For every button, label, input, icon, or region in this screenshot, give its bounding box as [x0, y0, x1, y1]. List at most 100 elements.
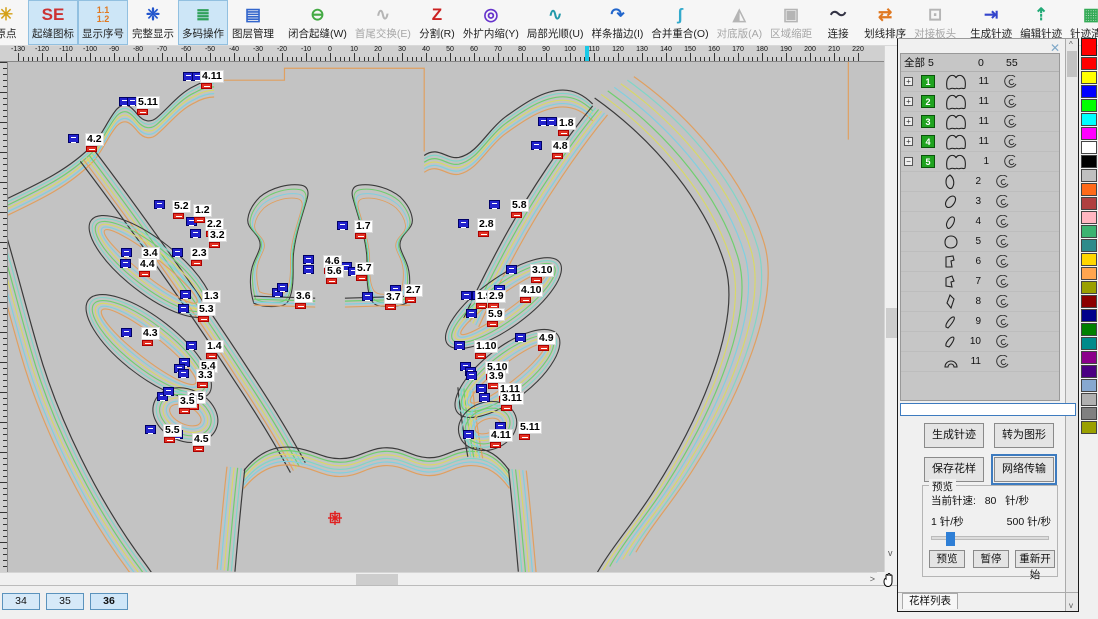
stitch-label[interactable]: 1.4: [205, 340, 224, 353]
object-list[interactable]: 全部50550 +111+211+311+411−51234567891011: [900, 53, 1060, 401]
stitch-label[interactable]: 3.11: [500, 392, 524, 405]
toolbar-button-closed-start[interactable]: ⊖闭合起缝(W): [284, 0, 351, 45]
stitch-label[interactable]: 3.3: [196, 369, 215, 382]
node-marker[interactable]: [120, 259, 131, 268]
node-marker[interactable]: [163, 387, 174, 396]
pattern-row-4[interactable]: +411: [901, 132, 1059, 152]
pattern-row-3[interactable]: +311: [901, 112, 1059, 132]
color-swatch[interactable]: [1081, 393, 1097, 406]
node-marker[interactable]: [303, 265, 314, 274]
expand-icon[interactable]: +: [904, 137, 913, 146]
stitch-label[interactable]: 4.4: [138, 258, 157, 271]
node-marker[interactable]: [454, 341, 465, 350]
node-marker[interactable]: [531, 141, 542, 150]
speed-slider-thumb[interactable]: [946, 532, 955, 546]
node-marker[interactable]: [463, 430, 474, 439]
node-marker[interactable]: [303, 255, 314, 264]
toolbar-button-split[interactable]: Z分割(R): [415, 0, 459, 45]
toolbar-button-start-mark[interactable]: SE起缝图标: [28, 0, 78, 45]
node-marker[interactable]: [145, 425, 156, 434]
pattern-row-2[interactable]: +211: [901, 92, 1059, 112]
node-marker[interactable]: [178, 369, 189, 378]
toolbar-button-merge-overlap[interactable]: ʃ合并重合(O): [647, 0, 712, 45]
stitch-label[interactable]: 5.2: [172, 200, 191, 213]
node-marker[interactable]: [172, 248, 183, 257]
color-swatch[interactable]: [1081, 351, 1097, 364]
stitch-label[interactable]: 3.6: [294, 290, 313, 303]
node-marker[interactable]: [190, 229, 201, 238]
collapse-icon[interactable]: −: [904, 157, 913, 166]
node-marker[interactable]: [121, 328, 132, 337]
color-swatch[interactable]: [1081, 253, 1097, 266]
page-tab-34[interactable]: 34: [2, 593, 40, 610]
restart-button[interactable]: 重新开始: [1015, 550, 1055, 568]
stitch-label[interactable]: 2.7: [404, 284, 423, 297]
color-swatch[interactable]: [1081, 183, 1097, 196]
stitch-label[interactable]: 1.10: [474, 340, 498, 353]
pattern-child-row-6[interactable]: 6: [901, 252, 1059, 272]
list-scroll-thumb[interactable]: [1067, 51, 1077, 77]
color-swatch[interactable]: [1081, 337, 1097, 350]
selected-color-swatch[interactable]: [1081, 38, 1097, 56]
color-swatch[interactable]: [1081, 57, 1097, 70]
node-marker[interactable]: [476, 384, 487, 393]
stitch-label[interactable]: 3.10: [530, 264, 554, 277]
node-marker[interactable]: [180, 290, 191, 299]
node-marker[interactable]: [362, 292, 373, 301]
stitch-label[interactable]: 4.11: [489, 429, 513, 442]
pattern-child-row-2[interactable]: 2: [901, 172, 1059, 192]
v-scroll-thumb[interactable]: [886, 308, 897, 338]
toolbar-button-offset[interactable]: ◎外扩内缩(Y): [459, 0, 523, 45]
color-swatch[interactable]: [1081, 421, 1097, 434]
toolbar-button-spline-stroke[interactable]: ↷样条描边(I): [587, 0, 647, 45]
node-marker[interactable]: [458, 219, 469, 228]
page-tab-35[interactable]: 35: [46, 593, 84, 610]
node-marker[interactable]: [466, 309, 477, 318]
stitch-label[interactable]: 4.5: [192, 433, 211, 446]
node-marker[interactable]: [68, 134, 79, 143]
color-swatch[interactable]: [1081, 85, 1097, 98]
stitch-label[interactable]: 3.9: [487, 370, 506, 383]
stitch-label[interactable]: 1.3: [202, 290, 221, 303]
expand-icon[interactable]: +: [904, 97, 913, 106]
color-swatch[interactable]: [1081, 113, 1097, 126]
toolbar-button-fit-view[interactable]: ❈完整显示: [128, 0, 178, 45]
toolbar-button-layers[interactable]: ▤图层管理: [228, 0, 278, 45]
preview-button[interactable]: 预览: [929, 550, 965, 568]
stitch-label[interactable]: 5.6: [325, 265, 344, 278]
pattern-child-row-10[interactable]: 10: [901, 332, 1059, 352]
to-graphic-button[interactable]: 转为图形: [994, 423, 1054, 448]
stitch-label[interactable]: 4.2: [85, 133, 104, 146]
v-scroll-down-arrow[interactable]: v: [888, 548, 893, 558]
design-canvas[interactable]: 4.115.114.21.84.85.21.22.23.25.82.81.73.…: [8, 62, 884, 572]
color-swatch[interactable]: [1081, 281, 1097, 294]
stitch-label[interactable]: 3.2: [208, 229, 227, 242]
pattern-row-5[interactable]: −51: [901, 152, 1059, 172]
object-list-scrollbar[interactable]: ^ v: [1065, 39, 1078, 611]
stitch-label[interactable]: 3.7: [384, 291, 403, 304]
color-swatch[interactable]: [1081, 127, 1097, 140]
color-swatch[interactable]: [1081, 267, 1097, 280]
color-swatch[interactable]: [1081, 239, 1097, 252]
stitch-label[interactable]: 4.8: [551, 140, 570, 153]
stitch-label[interactable]: 2.9: [487, 290, 506, 303]
node-marker[interactable]: [489, 200, 500, 209]
color-swatch[interactable]: [1081, 197, 1097, 210]
toolbar-button-smooth[interactable]: ∿局部光顺(U): [523, 0, 588, 45]
stitch-label[interactable]: 5.11: [518, 421, 542, 434]
node-marker[interactable]: [121, 248, 132, 257]
pattern-child-row-4[interactable]: 4: [901, 212, 1059, 232]
color-swatch[interactable]: [1081, 323, 1097, 336]
color-swatch[interactable]: [1081, 141, 1097, 154]
toolbar-button-connect[interactable]: 〜连接: [816, 0, 860, 45]
node-marker[interactable]: [479, 393, 490, 402]
stitch-label[interactable]: 5.5: [163, 424, 182, 437]
stitch-label[interactable]: 5.11: [136, 96, 160, 109]
toolbar-button-multi-code[interactable]: ≣多码操作: [178, 0, 228, 45]
color-swatch[interactable]: [1081, 169, 1097, 182]
pattern-list-tab[interactable]: 花样列表: [902, 593, 958, 609]
stitch-label[interactable]: 2.8: [477, 218, 496, 231]
color-swatch[interactable]: [1081, 309, 1097, 322]
color-swatch[interactable]: [1081, 211, 1097, 224]
color-swatch[interactable]: [1081, 155, 1097, 168]
